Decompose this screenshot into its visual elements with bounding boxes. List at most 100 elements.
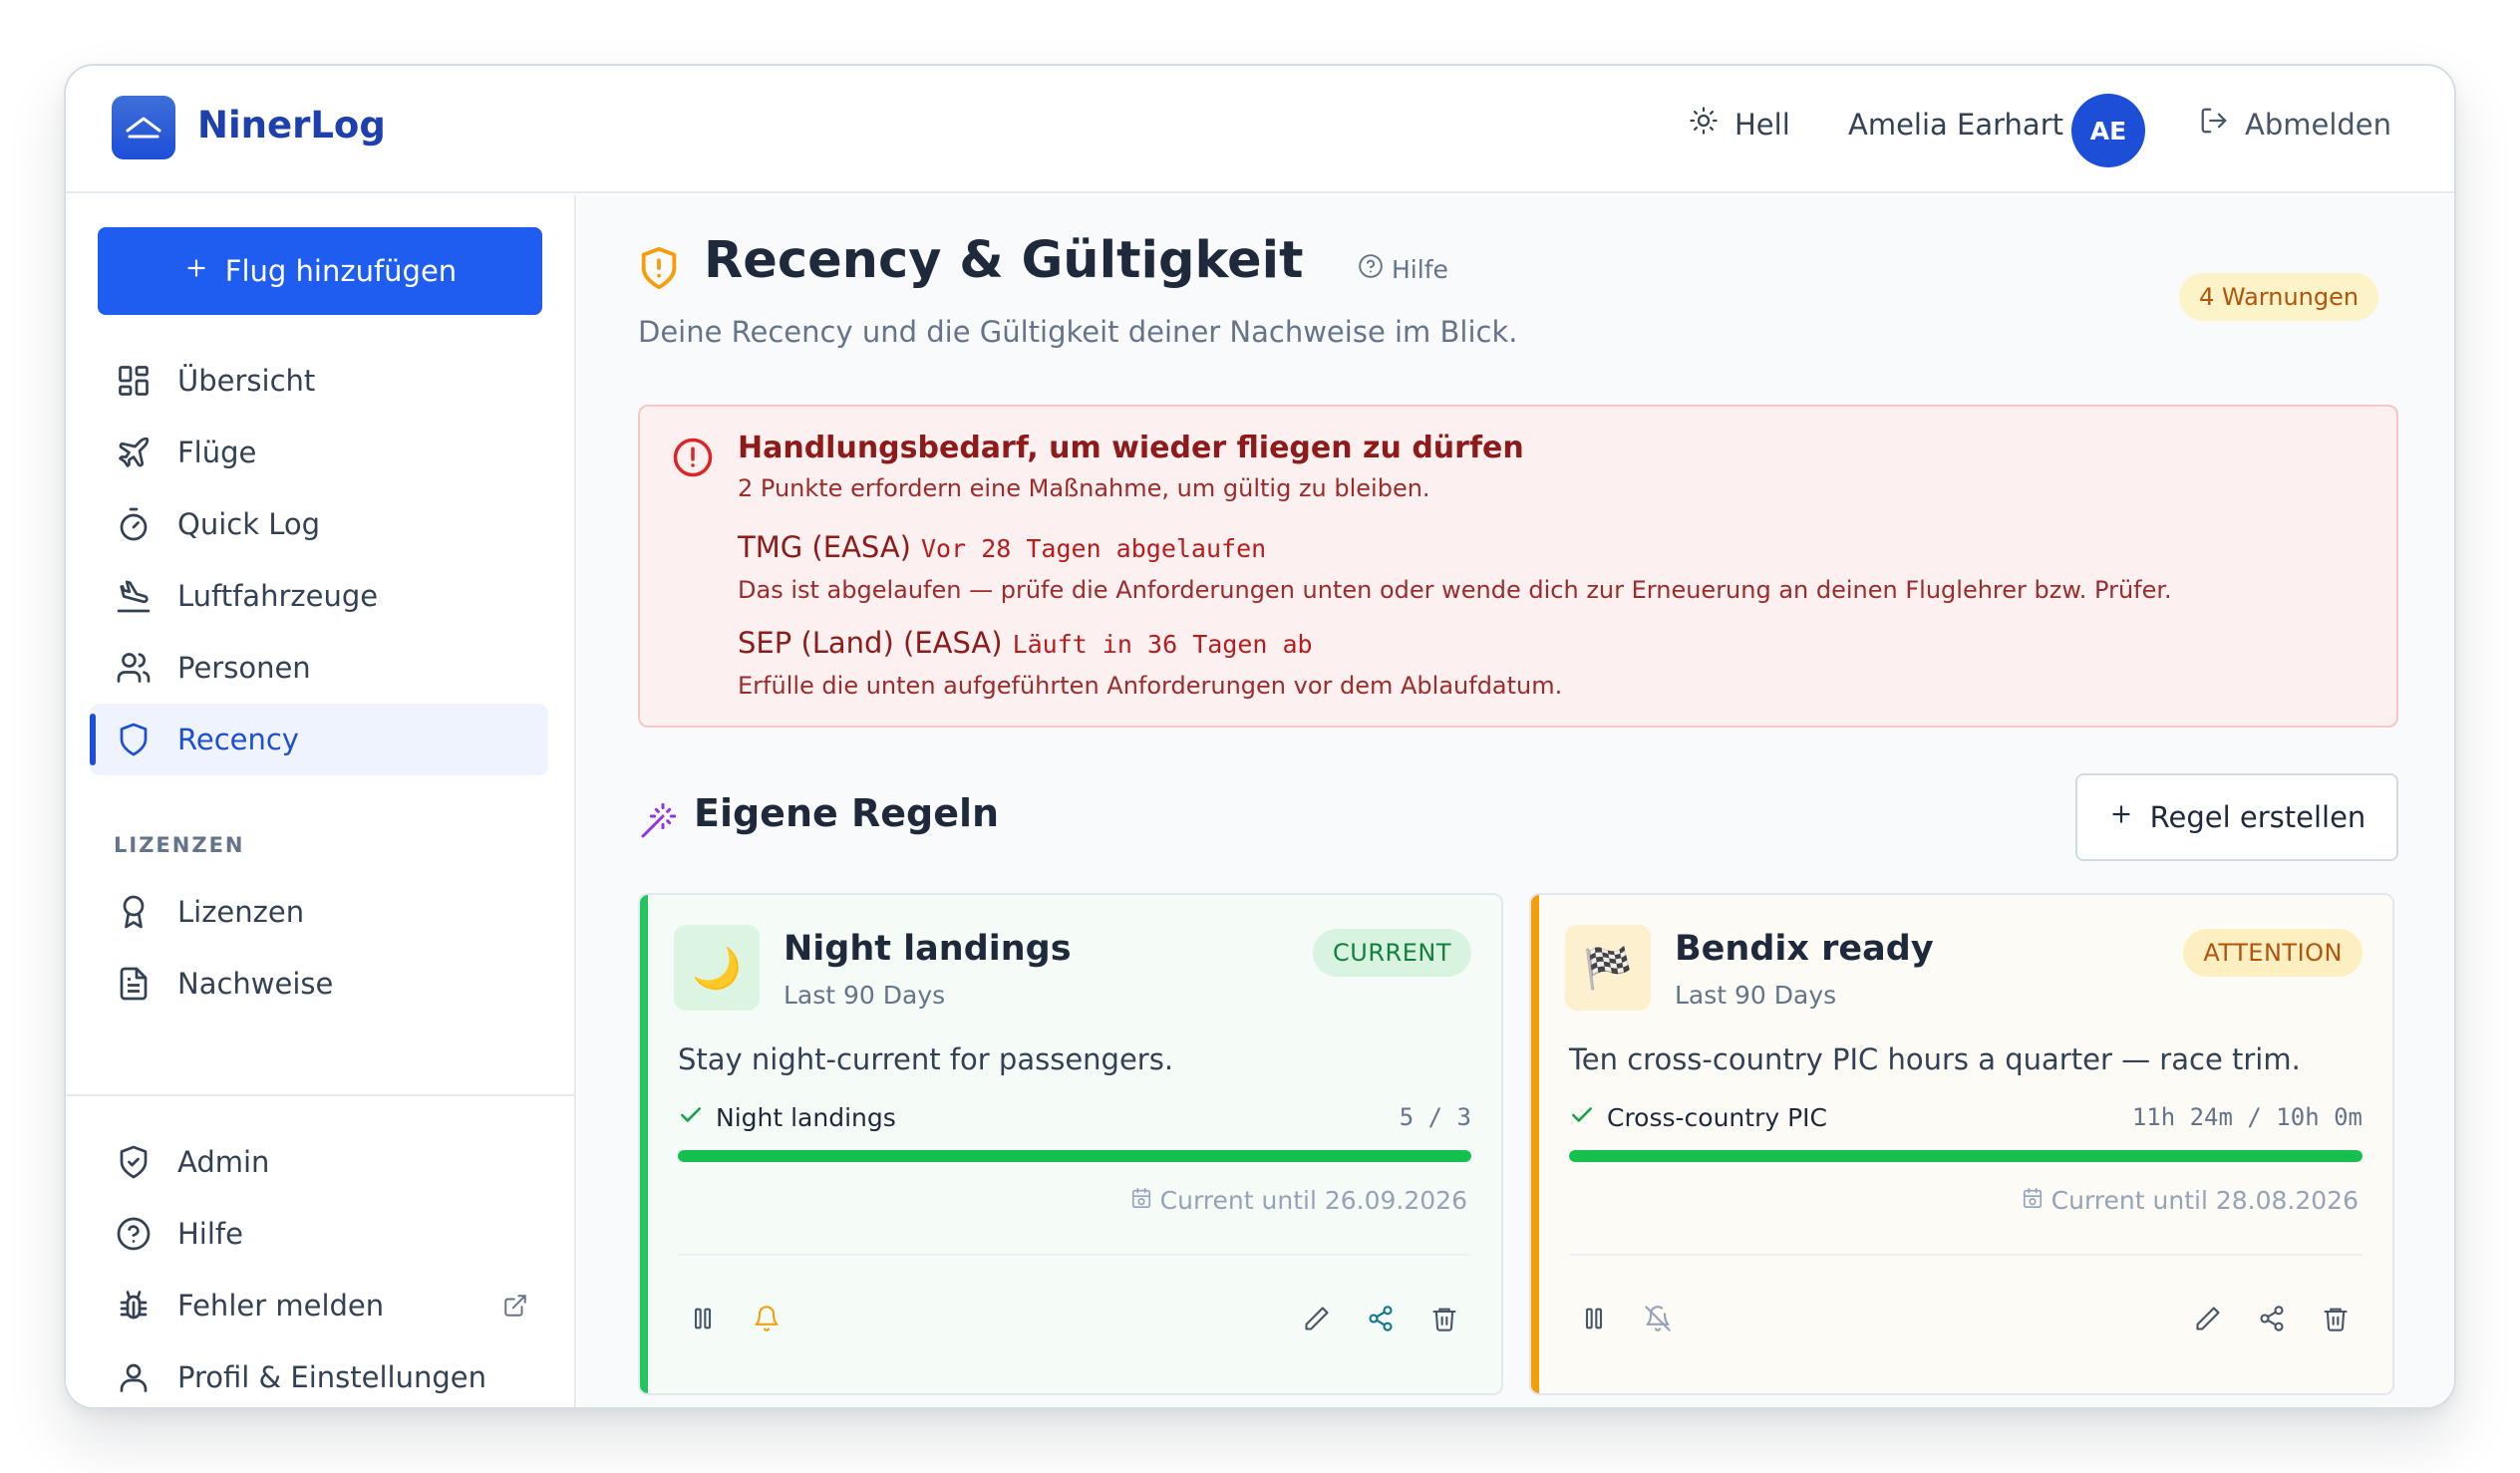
user-name[interactable]: Amelia Earhart: [1848, 108, 2063, 142]
sidebar-item-label: Fehler melden: [177, 1289, 385, 1323]
help-circle-icon: [1358, 253, 1384, 285]
card-accent-bar: [640, 895, 648, 1393]
card-description: Stay night-current for passengers.: [678, 1042, 1174, 1076]
requirement-progress-bar: [1569, 1150, 2362, 1162]
app-window: NinerLog Hell Amelia Earhart AE Abmelden…: [64, 64, 2456, 1409]
share-icon[interactable]: [2257, 1304, 2287, 1333]
add-flight-button[interactable]: Flug hinzufügen: [98, 227, 542, 315]
plus-icon: [183, 254, 209, 288]
trash-icon[interactable]: [2321, 1304, 2351, 1333]
sidebar-item-overview[interactable]: Übersicht: [90, 345, 576, 417]
sidebar-item-credentials[interactable]: Nachweise: [90, 948, 576, 1020]
card-period: Last 90 Days: [1675, 981, 1837, 1010]
progress-fill: [1569, 1150, 2362, 1162]
sidebar-item-label: Lizenzen: [177, 895, 305, 929]
sidebar-item-label: Nachweise: [177, 967, 334, 1001]
user-icon: [114, 1357, 154, 1397]
document-icon: [114, 964, 154, 1004]
edit-icon[interactable]: [1302, 1304, 1332, 1333]
edit-icon[interactable]: [2193, 1304, 2223, 1333]
pause-icon[interactable]: [1579, 1304, 1609, 1333]
shield-check-icon: [114, 1142, 154, 1182]
action-required-alert: Handlungsbedarf, um wieder fliegen zu dü…: [638, 405, 2398, 728]
help-circle-icon: [114, 1214, 154, 1254]
rule-card-bendix-ready: 🏁 Bendix ready Last 90 Days ATTENTION Te…: [1529, 893, 2394, 1395]
calendar-icon: [2022, 1186, 2044, 1215]
pause-icon[interactable]: [688, 1304, 718, 1333]
magic-wand-icon: [638, 801, 678, 845]
users-icon: [114, 648, 154, 688]
create-rule-button[interactable]: Regel erstellen: [2075, 773, 2398, 861]
rule-card-night-landings: 🌙 Night landings Last 90 Days CURRENT St…: [638, 893, 1503, 1395]
share-icon[interactable]: [1366, 1304, 1396, 1333]
requirement-progress-bar: [678, 1150, 1471, 1162]
sidebar-item-admin[interactable]: Admin: [90, 1126, 576, 1198]
main-content: Recency & Gültigkeit Hilfe Deine Recency…: [578, 195, 2454, 1407]
create-rule-label: Regel erstellen: [2149, 800, 2366, 834]
calendar-icon: [1130, 1186, 1152, 1215]
plus-icon: [2108, 800, 2134, 834]
alert-circle-icon: [672, 437, 714, 482]
alert-item-name: SEP (Land) (EASA): [738, 626, 1003, 660]
plane-landing-icon: [114, 576, 154, 616]
card-divider: [678, 1254, 1471, 1256]
app-logo-icon[interactable]: [112, 96, 175, 159]
requirement-row: Night landings 5 / 3: [678, 1102, 1471, 1132]
sidebar-item-report-bug[interactable]: Fehler melden: [90, 1270, 576, 1341]
alert-item-status: Vor 28 Tagen abgelaufen: [921, 534, 1267, 563]
requirement-value: 11h 24m / 10h 0m: [2131, 1103, 2362, 1131]
sidebar-item-help[interactable]: Hilfe: [90, 1198, 576, 1270]
logout-button[interactable]: Abmelden: [2199, 106, 2391, 143]
avatar[interactable]: AE: [2071, 94, 2145, 167]
help-link[interactable]: Hilfe: [1358, 253, 1448, 285]
sidebar-item-recency[interactable]: Recency: [90, 704, 548, 775]
card-actions-right: [1302, 1304, 1459, 1333]
requirement-label: Night landings: [716, 1102, 896, 1132]
custom-rules-title: Eigene Regeln: [694, 791, 1000, 835]
logout-icon: [2199, 106, 2229, 143]
bell-icon[interactable]: [752, 1304, 782, 1333]
app-brand[interactable]: NinerLog: [197, 104, 386, 147]
checkered-flag-icon: 🏁: [1565, 925, 1651, 1011]
add-flight-label: Flug hinzufügen: [224, 254, 458, 288]
requirement-value: 5 / 3: [1399, 1103, 1471, 1131]
shield-alert-icon: [636, 245, 682, 295]
requirement-label: Cross-country PIC: [1607, 1102, 1828, 1132]
alert-subtitle: 2 Punkte erfordern eine Maßnahme, um gül…: [738, 474, 1430, 502]
sidebar-item-licenses[interactable]: Lizenzen: [90, 876, 576, 948]
top-bar: NinerLog Hell Amelia Earhart AE Abmelden: [66, 66, 2454, 193]
sidebar-item-label: Profil & Einstellungen: [177, 1360, 486, 1394]
sidebar-item-profile[interactable]: Profil & Einstellungen: [90, 1341, 576, 1407]
sidebar-item-quick-log[interactable]: Quick Log: [90, 488, 576, 560]
bell-off-icon[interactable]: [1643, 1304, 1673, 1333]
status-badge: CURRENT: [1313, 929, 1471, 977]
theme-toggle-button[interactable]: Hell: [1689, 106, 1790, 143]
alert-item-status: Läuft in 36 Tagen ab: [1012, 630, 1313, 659]
card-period: Last 90 Days: [784, 981, 946, 1010]
sidebar-item-label: Recency: [177, 723, 299, 756]
shield-icon: [114, 720, 154, 759]
card-title: Night landings: [784, 929, 1072, 969]
sidebar-item-aircraft[interactable]: Luftfahrzeuge: [90, 560, 576, 632]
sun-icon: [1689, 106, 1719, 143]
warnings-badge: 4 Warnungen: [2179, 273, 2379, 321]
sidebar-item-label: Hilfe: [177, 1217, 243, 1251]
theme-label: Hell: [1734, 107, 1790, 142]
sidebar-item-people[interactable]: Personen: [90, 632, 576, 704]
page-title: Recency & Gültigkeit: [704, 231, 1304, 290]
sidebar-item-flights[interactable]: Flüge: [90, 417, 576, 488]
card-actions-left: [1579, 1304, 1673, 1333]
current-until-label: Current until 28.08.2026: [2050, 1186, 2359, 1215]
sidebar-item-label: Quick Log: [177, 507, 321, 541]
external-link-icon: [502, 1292, 528, 1326]
trash-icon[interactable]: [1429, 1304, 1459, 1333]
sidebar-item-label: Flüge: [177, 436, 257, 469]
sidebar-item-label: Personen: [177, 651, 311, 685]
card-description: Ten cross-country PIC hours a quarter — …: [1569, 1042, 2301, 1076]
sidebar-item-label: Admin: [177, 1145, 270, 1179]
current-until-label: Current until 26.09.2026: [1159, 1186, 1467, 1215]
alert-title: Handlungsbedarf, um wieder fliegen zu dü…: [738, 431, 1524, 465]
current-until: Current until 26.09.2026: [1130, 1186, 1467, 1215]
sidebar-item-label: Luftfahrzeuge: [177, 579, 379, 613]
alert-item-description: Erfülle die unten aufgeführten Anforderu…: [738, 672, 1563, 700]
